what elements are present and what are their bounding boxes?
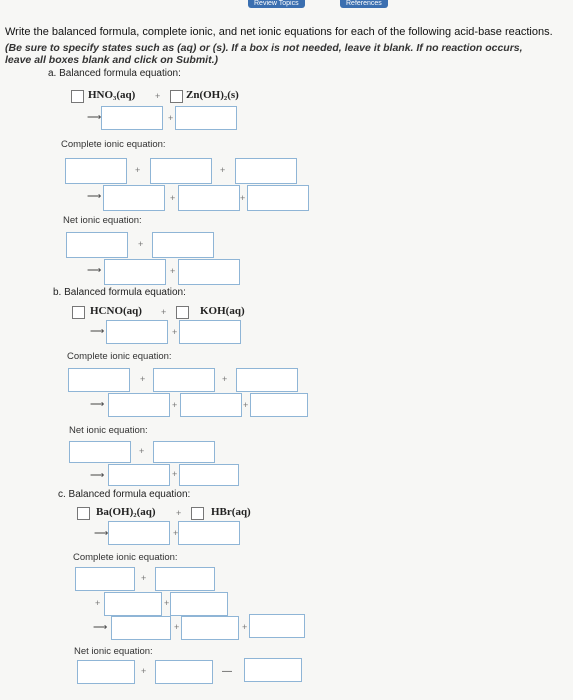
- plus-sign: +: [161, 307, 167, 317]
- reaction-arrow: ⟶: [87, 112, 102, 123]
- part-a-complete-r3[interactable]: [235, 158, 297, 184]
- plus-sign: +: [174, 622, 180, 632]
- part-c-reactant-2: HBr(aq): [211, 506, 251, 518]
- part-b-complete-r2[interactable]: [153, 368, 215, 392]
- plus-sign: +: [220, 165, 226, 175]
- part-c-product-2[interactable]: [178, 521, 240, 545]
- part-b-product-2[interactable]: [179, 320, 241, 344]
- part-a-product-1[interactable]: [101, 106, 163, 130]
- part-a-net-p2[interactable]: [178, 259, 240, 285]
- reaction-arrow: ⟶: [90, 470, 105, 481]
- part-c-complete-r3[interactable]: [104, 592, 162, 616]
- part-a-net-r2[interactable]: [152, 232, 214, 258]
- part-c-net-r2[interactable]: [155, 660, 213, 684]
- part-a-net-label: Net ionic equation:: [63, 215, 142, 226]
- part-b-net-r2[interactable]: [153, 441, 215, 463]
- part-b-net-r1[interactable]: [69, 441, 131, 463]
- part-c-coef-2[interactable]: [191, 507, 204, 520]
- part-b-reactant-1: HCNO(aq): [90, 305, 142, 317]
- plus-sign: +: [155, 91, 161, 101]
- part-c-heading: c. Balanced formula equation:: [58, 489, 191, 500]
- part-c-net-r1[interactable]: [77, 660, 135, 684]
- references-link[interactable]: References: [340, 0, 388, 8]
- part-a-complete-p2[interactable]: [178, 185, 240, 211]
- plus-sign: +: [222, 374, 228, 384]
- plus-sign: +: [140, 374, 146, 384]
- plus-sign: +: [141, 666, 147, 676]
- part-c-coef-1[interactable]: [77, 507, 90, 520]
- instructions-text: Write the balanced formula, complete ion…: [5, 26, 553, 38]
- part-b-net-p1[interactable]: [108, 464, 170, 486]
- plus-sign: +: [168, 113, 174, 123]
- part-a-net-r1[interactable]: [66, 232, 128, 258]
- reaction-arrow: ⟶: [90, 326, 105, 337]
- instructions-note-line1: (Be sure to specify states such as (aq) …: [5, 42, 523, 54]
- part-b-product-1[interactable]: [106, 320, 168, 344]
- part-b-reactant-2: KOH(aq): [200, 305, 245, 317]
- part-c-net-p1[interactable]: [244, 658, 302, 682]
- part-b-net-p2[interactable]: [179, 464, 239, 486]
- plus-sign: +: [243, 400, 249, 410]
- instructions-note-line2: leave all boxes blank and click on Submi…: [5, 54, 218, 66]
- plus-sign: +: [242, 622, 248, 632]
- part-c-complete-p3[interactable]: [249, 614, 305, 638]
- part-c-complete-p2[interactable]: [181, 616, 239, 640]
- part-a-coef-2[interactable]: [170, 90, 183, 103]
- part-c-net-label: Net ionic equation:: [74, 646, 153, 657]
- part-a-complete-label: Complete ionic equation:: [61, 139, 166, 150]
- part-b-complete-p3[interactable]: [250, 393, 308, 417]
- part-a-reactant-2: Zn(OH)₂(s): [186, 89, 239, 101]
- plus-sign: +: [138, 239, 144, 249]
- part-c-product-1[interactable]: [108, 521, 170, 545]
- review-topics-link[interactable]: Review Topics: [248, 0, 305, 8]
- part-b-complete-p2[interactable]: [180, 393, 242, 417]
- part-a-complete-p1[interactable]: [103, 185, 165, 211]
- part-c-complete-r2[interactable]: [155, 567, 215, 591]
- part-a-complete-r2[interactable]: [150, 158, 212, 184]
- part-a-complete-r1[interactable]: [65, 158, 127, 184]
- part-b-coef-2[interactable]: [176, 306, 189, 319]
- part-b-heading: b. Balanced formula equation:: [53, 287, 186, 298]
- plus-sign: +: [172, 469, 178, 479]
- part-a-net-p1[interactable]: [104, 259, 166, 285]
- plus-sign: +: [170, 193, 176, 203]
- part-b-complete-r3[interactable]: [236, 368, 298, 392]
- plus-sign: +: [139, 446, 145, 456]
- plus-sign: +: [170, 266, 176, 276]
- part-b-complete-r1[interactable]: [68, 368, 130, 392]
- plus-sign: +: [172, 400, 178, 410]
- plus-sign: +: [176, 508, 182, 518]
- plus-sign: +: [95, 598, 101, 608]
- part-a-coef-1[interactable]: [71, 90, 84, 103]
- part-c-complete-r4[interactable]: [170, 592, 228, 616]
- plus-sign: +: [141, 573, 147, 583]
- plus-sign: +: [135, 165, 141, 175]
- part-a-complete-p3[interactable]: [247, 185, 309, 211]
- part-b-complete-label: Complete ionic equation:: [67, 351, 172, 362]
- reaction-arrow: ⟶: [94, 528, 109, 539]
- part-b-coef-1[interactable]: [72, 306, 85, 319]
- plus-sign: +: [240, 193, 246, 203]
- part-a-reactant-1: HNO₃(aq): [88, 89, 136, 101]
- plus-sign: +: [172, 327, 178, 337]
- part-a-heading: a. Balanced formula equation:: [48, 68, 181, 79]
- part-a-product-2[interactable]: [175, 106, 237, 130]
- part-c-complete-p1[interactable]: [111, 616, 171, 640]
- reaction-arrow: ⟶: [90, 399, 105, 410]
- plus-sign: +: [164, 598, 170, 608]
- reaction-arrow: ⟶: [87, 265, 102, 276]
- part-c-complete-r1[interactable]: [75, 567, 135, 591]
- reaction-arrow: —: [222, 666, 232, 677]
- part-c-complete-label: Complete ionic equation:: [73, 552, 178, 563]
- reaction-arrow: ⟶: [87, 191, 102, 202]
- reaction-arrow: ⟶: [93, 622, 108, 633]
- part-b-complete-p1[interactable]: [108, 393, 170, 417]
- part-b-net-label: Net ionic equation:: [69, 425, 148, 436]
- part-c-reactant-1: Ba(OH)₂(aq): [96, 506, 156, 518]
